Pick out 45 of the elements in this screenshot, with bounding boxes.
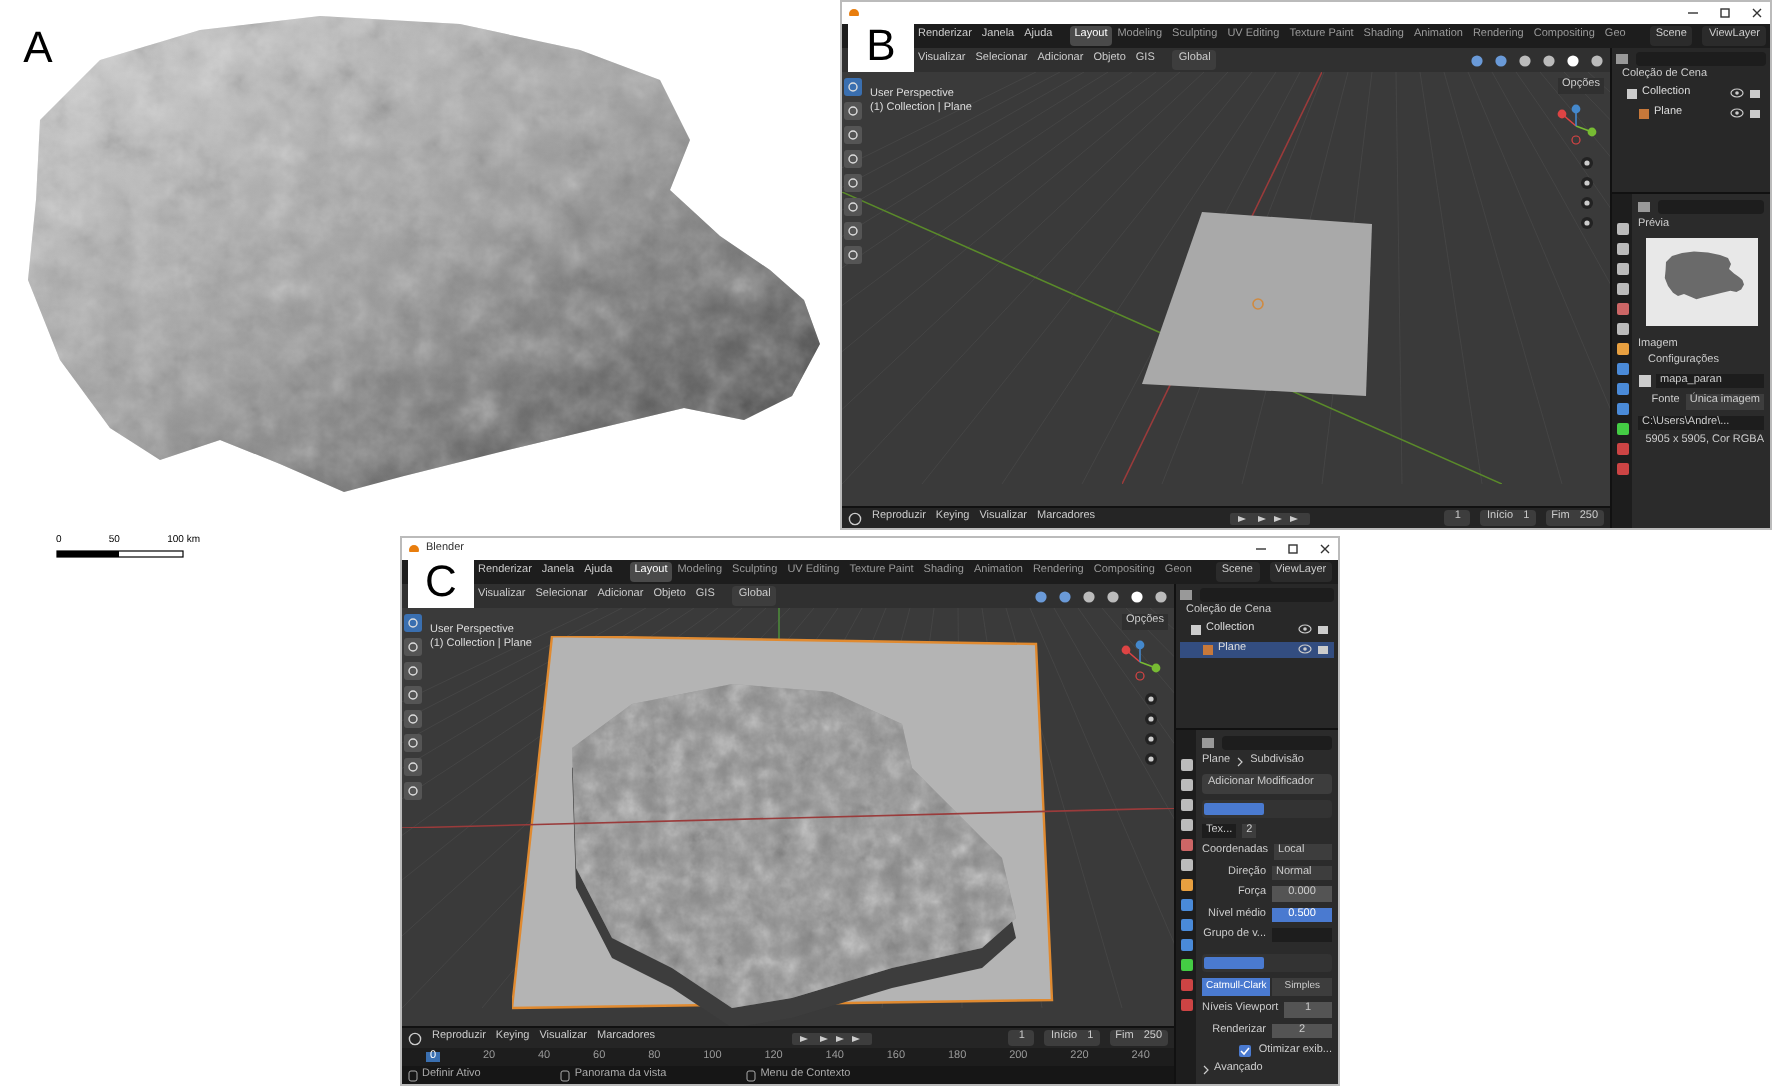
close-icon[interactable] bbox=[1750, 6, 1764, 20]
tool-icon[interactable] bbox=[844, 222, 862, 240]
eye-icon[interactable] bbox=[1298, 642, 1312, 656]
mouse-icon bbox=[746, 1069, 757, 1081]
tool-icon[interactable] bbox=[844, 174, 862, 192]
collection-icon bbox=[1626, 87, 1638, 99]
tool-icon[interactable] bbox=[404, 758, 422, 776]
collection-icon bbox=[1190, 623, 1202, 635]
tool-icon[interactable] bbox=[844, 246, 862, 264]
tool-icon[interactable] bbox=[844, 150, 862, 168]
tool-icon[interactable] bbox=[404, 686, 422, 704]
origin-icon bbox=[1250, 296, 1266, 312]
tool-icon[interactable] bbox=[404, 710, 422, 728]
tool-icon[interactable] bbox=[844, 102, 862, 120]
eye-icon[interactable] bbox=[1730, 106, 1744, 120]
maximize-icon[interactable] bbox=[1718, 6, 1732, 20]
axis-gizmo-icon[interactable] bbox=[1554, 104, 1598, 146]
panel-label: C bbox=[408, 552, 474, 608]
maximize-icon[interactable] bbox=[1286, 542, 1300, 556]
tool-icon[interactable] bbox=[844, 78, 862, 96]
mesh-icon bbox=[1202, 643, 1214, 655]
tool-icon[interactable] bbox=[844, 198, 862, 216]
eye-icon[interactable] bbox=[1298, 622, 1312, 636]
texture-preview bbox=[1645, 237, 1757, 325]
playback-controls-icon[interactable] bbox=[1229, 511, 1310, 525]
mouse-icon bbox=[560, 1069, 571, 1081]
tool-icon[interactable] bbox=[404, 638, 422, 656]
playback-controls-icon[interactable] bbox=[791, 1031, 872, 1045]
tool-icon[interactable] bbox=[404, 614, 422, 632]
mesh-icon bbox=[1638, 107, 1650, 119]
checkbox[interactable] bbox=[1238, 1044, 1253, 1058]
axis-gizmo-icon[interactable] bbox=[1118, 640, 1162, 682]
tool-icon[interactable] bbox=[404, 734, 422, 752]
chevron-icon bbox=[1236, 756, 1245, 768]
chevron-icon bbox=[1202, 1064, 1210, 1076]
panel-label: B bbox=[848, 16, 914, 72]
minimize-icon[interactable] bbox=[1254, 542, 1268, 556]
close-icon[interactable] bbox=[1318, 542, 1332, 556]
scale-bar bbox=[56, 550, 184, 558]
minimize-icon[interactable] bbox=[1686, 6, 1700, 20]
tool-icon[interactable] bbox=[404, 782, 422, 800]
eye-icon[interactable] bbox=[1730, 86, 1744, 100]
tool-icon[interactable] bbox=[844, 126, 862, 144]
mouse-icon bbox=[408, 1069, 418, 1081]
tool-icon[interactable] bbox=[404, 662, 422, 680]
